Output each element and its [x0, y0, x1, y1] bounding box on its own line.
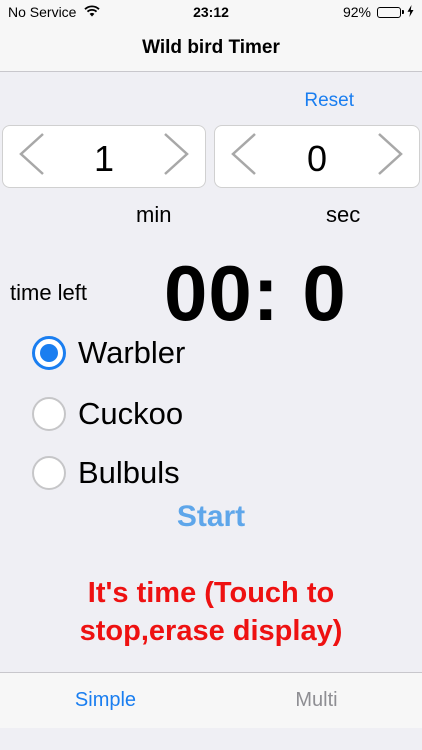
- charging-bolt-icon: [407, 4, 414, 20]
- radio-selected-dot: [40, 344, 58, 362]
- chevron-right-icon: [161, 132, 191, 181]
- alert-message-line-2: stop,erase display): [79, 615, 343, 647]
- time-left-display: 00: 0: [164, 249, 347, 337]
- radio-label: Cuckoo: [78, 396, 184, 431]
- radio-button[interactable]: [32, 397, 66, 431]
- page-title: Wild bird Timer: [142, 37, 280, 58]
- tab-bar: Simple Multi: [0, 672, 422, 728]
- status-bar: No Service 23:12 92%: [0, 0, 422, 24]
- navigation-bar: Wild bird Timer: [0, 24, 422, 72]
- radio-option-cuckoo[interactable]: Cuckoo: [32, 396, 183, 432]
- radio-option-warbler[interactable]: Warbler: [32, 335, 185, 371]
- battery-percent: 92%: [342, 4, 371, 20]
- alert-message-line-1: It's time (Touch to: [87, 577, 335, 609]
- seconds-stepper: 0: [214, 125, 420, 188]
- radio-label: Bulbuls: [78, 455, 180, 490]
- minutes-unit-label: min: [136, 202, 172, 227]
- seconds-increment-button[interactable]: [365, 126, 415, 187]
- tab-simple[interactable]: Simple: [0, 689, 211, 712]
- reset-button[interactable]: Reset: [304, 90, 354, 112]
- minutes-stepper: 1: [2, 125, 206, 188]
- start-button[interactable]: Start: [0, 500, 422, 534]
- radio-button[interactable]: [32, 336, 66, 370]
- minutes-increment-button[interactable]: [151, 126, 201, 187]
- chevron-right-icon: [375, 132, 405, 181]
- seconds-unit-label: sec: [326, 202, 361, 227]
- time-left-label: time left: [10, 280, 88, 305]
- battery-icon: [377, 6, 404, 18]
- alert-message[interactable]: It's time (Touch to stop,erase display): [20, 574, 402, 650]
- home-indicator-area: [0, 728, 422, 750]
- tab-multi[interactable]: Multi: [211, 689, 422, 712]
- radio-button[interactable]: [32, 456, 66, 490]
- radio-label: Warbler: [78, 335, 186, 370]
- radio-option-bulbuls[interactable]: Bulbuls: [32, 455, 180, 491]
- status-right: 92%: [343, 4, 414, 20]
